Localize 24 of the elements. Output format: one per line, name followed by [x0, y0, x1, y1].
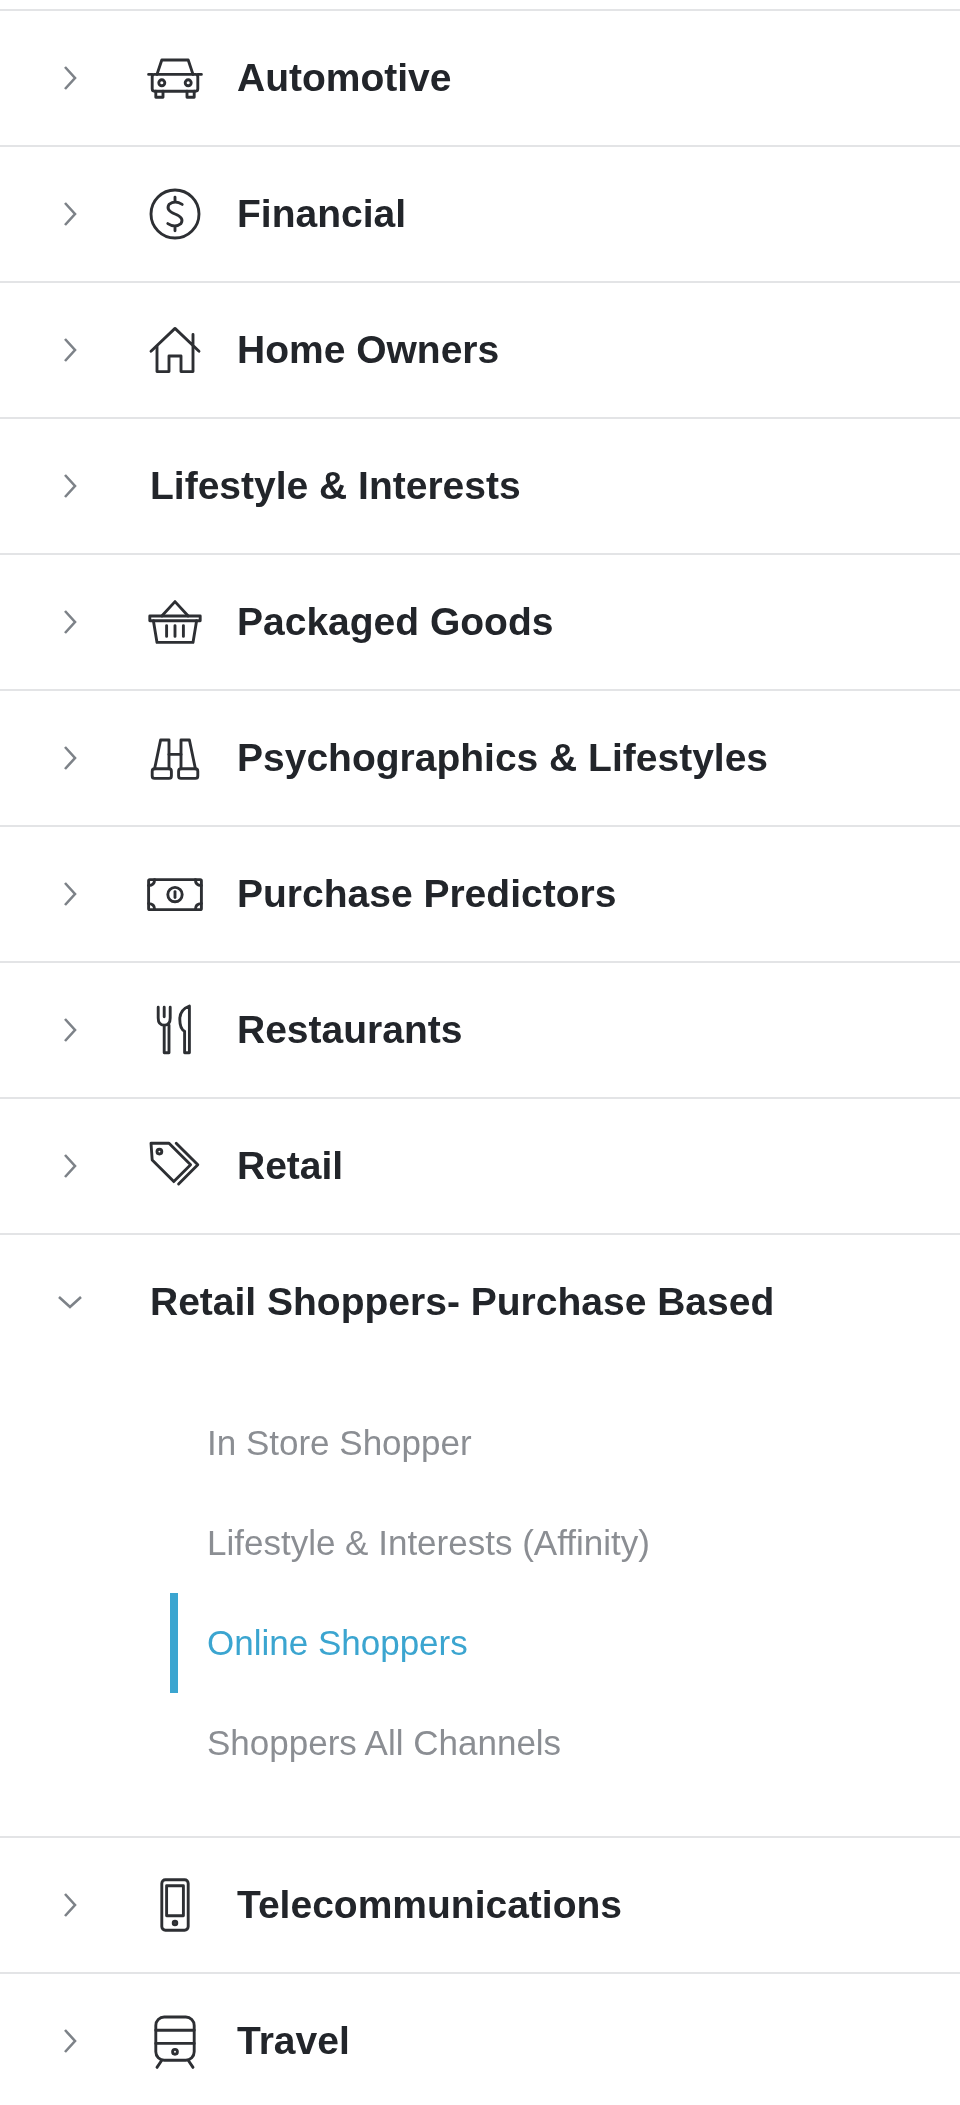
category-label: Packaged Goods — [237, 600, 554, 644]
category-row[interactable]: Packaged Goods — [0, 555, 960, 689]
category-row[interactable]: Financial — [0, 147, 960, 281]
category-row[interactable]: Purchase Predictors — [0, 827, 960, 961]
category-row[interactable]: Home Owners — [0, 283, 960, 417]
category-label: Restaurants — [237, 1008, 463, 1052]
category-row[interactable]: Restaurants — [0, 963, 960, 1097]
category-label: Travel — [237, 2019, 350, 2063]
category-label: Automotive — [237, 56, 452, 100]
category-row[interactable]: Lifestyle & Interests — [0, 419, 960, 553]
category-label: Psychographics & Lifestyles — [237, 736, 769, 780]
category-row[interactable]: Retail — [0, 1099, 960, 1233]
category-row[interactable]: Telecommunications — [0, 1838, 960, 1972]
category-label: Retail — [237, 1144, 344, 1188]
category-row[interactable]: Travel — [0, 1974, 960, 2105]
category-label: Purchase Predictors — [237, 872, 617, 916]
category-label: Lifestyle & Interests — [150, 464, 521, 508]
category-label: Telecommunications — [237, 1883, 623, 1927]
category-label: Retail Shoppers- Purchase Based — [150, 1280, 775, 1324]
category-row[interactable]: Automotive — [0, 11, 960, 145]
category-row[interactable]: Psychographics & Lifestyles — [0, 691, 960, 825]
category-label: Financial — [237, 192, 407, 236]
category-row[interactable]: Retail Shoppers- Purchase Based — [0, 1235, 960, 1369]
category-label: Home Owners — [237, 328, 500, 372]
